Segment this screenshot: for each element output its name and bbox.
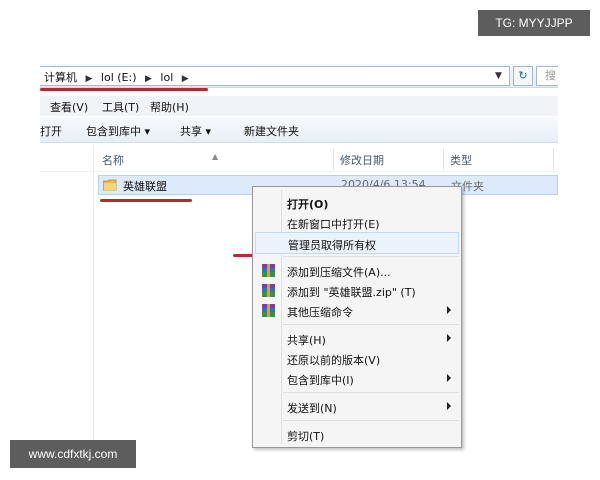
nav-pane-divider[interactable] bbox=[93, 145, 94, 440]
ctx-cut[interactable]: 剪切(T) bbox=[255, 424, 459, 446]
breadcrumb: 计算机 ▶ lol (E:) ▶ lol ▶ bbox=[44, 69, 194, 85]
ctx-restore-versions[interactable]: 还原以前的版本(V) bbox=[255, 348, 459, 370]
ctx-restore-versions-label: 还原以前的版本(V) bbox=[287, 354, 381, 367]
breadcrumb-separator-icon[interactable]: ▶ bbox=[182, 74, 189, 84]
ctx-add-to-zip[interactable]: 添加到 "英雄联盟.zip" (T) bbox=[255, 280, 459, 302]
search-placeholder: 搜 bbox=[545, 69, 556, 82]
open-button[interactable]: 打开 bbox=[40, 123, 62, 139]
ctx-add-to-archive[interactable]: 添加到压缩文件(A)... bbox=[255, 260, 459, 282]
archive-icon bbox=[262, 304, 275, 317]
refresh-button[interactable]: ↻ bbox=[513, 66, 533, 86]
new-folder-button[interactable]: 新建文件夹 bbox=[244, 123, 299, 139]
submenu-arrow-icon bbox=[447, 334, 451, 342]
ctx-add-to-archive-label: 添加到压缩文件(A)... bbox=[287, 266, 391, 279]
folder-icon bbox=[103, 179, 117, 191]
column-name[interactable]: 名称 bbox=[102, 152, 124, 168]
ctx-send-to[interactable]: 发送到(N) bbox=[255, 396, 459, 418]
column-modified[interactable]: 修改日期 bbox=[340, 152, 384, 168]
annotation-underline-address bbox=[40, 88, 208, 91]
sort-up-icon: ▲ bbox=[212, 152, 219, 161]
ctx-take-ownership[interactable]: 管理员取得所有权 bbox=[255, 232, 459, 254]
ctx-include-library[interactable]: 包含到库中(I) bbox=[255, 368, 459, 390]
address-field[interactable]: 计算机 ▶ lol (E:) ▶ lol ▶ ▼ bbox=[40, 66, 510, 86]
ctx-separator bbox=[283, 256, 459, 257]
search-input[interactable]: 搜 bbox=[536, 66, 558, 86]
chevron-down-icon[interactable]: ▼ bbox=[495, 71, 502, 81]
ctx-send-to-label: 发送到(N) bbox=[287, 402, 337, 415]
ctx-other-compress[interactable]: 其他压缩命令 bbox=[255, 300, 459, 322]
address-bar: 计算机 ▶ lol (E:) ▶ lol ▶ ▼ ↻ 搜 bbox=[40, 64, 558, 88]
ctx-cut-label: 剪切(T) bbox=[287, 430, 325, 443]
ctx-open[interactable]: 打开(O) bbox=[255, 192, 459, 214]
menu-view[interactable]: 查看(V) bbox=[50, 99, 88, 115]
refresh-icon: ↻ bbox=[518, 69, 528, 82]
submenu-arrow-icon bbox=[447, 402, 451, 410]
archive-icon bbox=[262, 284, 275, 297]
command-bar: 打开 包含到库中 ▾ 共享 ▾ 新建文件夹 bbox=[40, 117, 558, 143]
context-menu: 打开(O) 在新窗口中打开(E) 管理员取得所有权 添加到压缩文件(A)... bbox=[252, 186, 462, 448]
ctx-share[interactable]: 共享(H) bbox=[255, 328, 459, 350]
ctx-open-new-window-label: 在新窗口中打开(E) bbox=[287, 218, 380, 231]
menu-help[interactable]: 帮助(H) bbox=[150, 99, 189, 115]
ctx-separator bbox=[283, 420, 459, 421]
breadcrumb-separator-icon[interactable]: ▶ bbox=[86, 74, 93, 84]
ctx-take-ownership-label: 管理员取得所有权 bbox=[288, 239, 376, 252]
ctx-add-to-zip-label: 添加到 "英雄联盟.zip" (T) bbox=[287, 286, 416, 299]
column-type[interactable]: 类型 bbox=[450, 152, 472, 168]
submenu-arrow-icon bbox=[447, 306, 451, 314]
watermark-top: TG: MYYJJPP bbox=[478, 10, 590, 36]
ctx-share-label: 共享(H) bbox=[287, 334, 326, 347]
menu-bar: 查看(V) 工具(T) 帮助(H) bbox=[40, 96, 558, 116]
ctx-include-library-label: 包含到库中(I) bbox=[287, 374, 354, 387]
ctx-open-new-window[interactable]: 在新窗口中打开(E) bbox=[255, 212, 459, 234]
breadcrumb-separator-icon[interactable]: ▶ bbox=[145, 74, 152, 84]
column-divider[interactable] bbox=[553, 148, 554, 170]
file-name: 英雄联盟 bbox=[123, 180, 167, 193]
menu-tools[interactable]: 工具(T) bbox=[102, 99, 139, 115]
column-divider[interactable] bbox=[333, 148, 334, 170]
breadcrumb-computer[interactable]: 计算机 bbox=[44, 71, 77, 84]
breadcrumb-drive[interactable]: lol (E:) bbox=[101, 71, 137, 84]
archive-icon bbox=[262, 264, 275, 277]
ctx-separator bbox=[283, 392, 459, 393]
ctx-separator bbox=[283, 324, 459, 325]
include-library-button[interactable]: 包含到库中 ▾ bbox=[86, 123, 150, 139]
watermark-bottom: www.cdfxtkj.com bbox=[10, 440, 136, 468]
column-header: ▲ 名称 修改日期 类型 bbox=[40, 144, 558, 172]
annotation-underline-folder bbox=[100, 199, 192, 202]
column-divider[interactable] bbox=[443, 148, 444, 170]
submenu-arrow-icon bbox=[447, 374, 451, 382]
screenshot: TG: MYYJJPP 计算机 ▶ lol (E:) ▶ lol ▶ ▼ ↻ 搜… bbox=[0, 0, 600, 480]
ctx-other-compress-label: 其他压缩命令 bbox=[287, 306, 353, 319]
ctx-open-label: 打开(O) bbox=[287, 198, 329, 211]
breadcrumb-folder[interactable]: lol bbox=[160, 71, 173, 84]
share-button[interactable]: 共享 ▾ bbox=[180, 123, 211, 139]
